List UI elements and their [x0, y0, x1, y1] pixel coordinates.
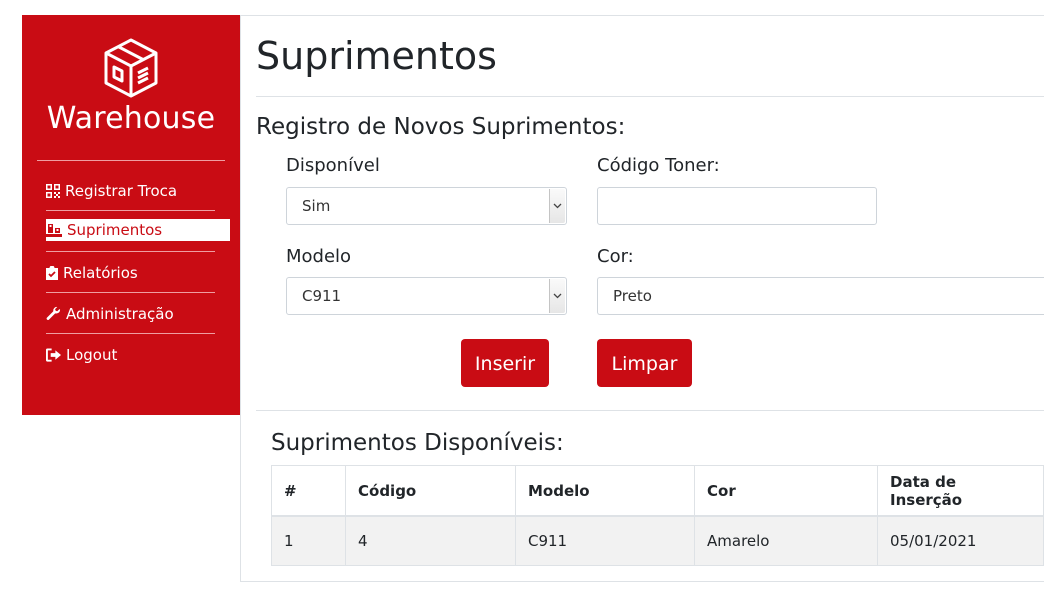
form-title: Registro de Novos Suprimentos:: [256, 114, 626, 140]
sidebar-item-administracao[interactable]: Administração: [46, 302, 230, 326]
cor-select-value: Preto: [613, 287, 652, 305]
modelo-select-value: C911: [302, 287, 342, 305]
codigo-toner-label: Código Toner:: [597, 155, 720, 176]
qrcode-icon: [46, 184, 60, 198]
column-header: #: [271, 465, 346, 517]
wrench-icon: [46, 306, 61, 320]
form-divider: [256, 410, 1044, 411]
title-divider: [256, 96, 1044, 97]
disponivel-select-value: Sim: [302, 197, 331, 215]
inserir-button[interactable]: Inserir: [461, 339, 549, 387]
clipboard-check-icon: [46, 266, 58, 280]
table-cell: 4: [345, 515, 516, 566]
pallet-boxes-icon: [46, 224, 62, 237]
modelo-label: Modelo: [286, 246, 352, 267]
table-title: Suprimentos Disponíveis:: [271, 430, 564, 456]
sidebar-item-logout[interactable]: Logout: [46, 343, 230, 367]
sidebar-item-label: Logout: [66, 346, 118, 364]
brand-name: Warehouse: [46, 101, 216, 136]
cor-label: Cor:: [597, 246, 634, 267]
sidebar-item-registrar-troca[interactable]: Registrar Troca: [46, 179, 230, 203]
sidebar-item-label: Registrar Troca: [65, 182, 178, 200]
page-title: Suprimentos: [256, 34, 497, 78]
table-cell: Amarelo: [694, 515, 878, 566]
package-box-icon: [104, 38, 158, 98]
nav-divider: [46, 210, 215, 211]
suprimentos-table: # Código Modelo Cor Data de Inserção 1 4…: [271, 465, 1044, 566]
sidebar: Warehouse Registrar Troca Suprimentos Re…: [22, 15, 240, 415]
limpar-button[interactable]: Limpar: [597, 339, 692, 387]
brand-divider: [37, 160, 225, 161]
sign-out-icon: [46, 348, 61, 362]
column-header: Modelo: [515, 465, 695, 517]
chevron-down-icon: [549, 189, 565, 223]
disponivel-select[interactable]: Sim: [286, 187, 567, 225]
sidebar-item-label: Suprimentos: [67, 221, 163, 239]
sidebar-item-relatorios[interactable]: Relatórios: [46, 261, 230, 285]
column-header: Cor: [694, 465, 878, 517]
disponivel-label: Disponível: [286, 155, 380, 176]
column-header: Código: [345, 465, 516, 517]
nav-divider: [46, 251, 215, 252]
modelo-select[interactable]: C911: [286, 277, 567, 315]
table-row[interactable]: 1 4 C911 Amarelo 05/01/2021: [271, 515, 1044, 566]
chevron-down-icon: [549, 279, 565, 313]
table-cell: C911: [515, 515, 695, 566]
table-cell: 1: [271, 515, 346, 566]
nav-divider: [46, 333, 215, 334]
table-header-row: # Código Modelo Cor Data de Inserção: [271, 465, 1044, 517]
table-cell: 05/01/2021: [877, 515, 1044, 566]
cor-select[interactable]: Preto: [597, 277, 1044, 315]
sidebar-item-label: Relatórios: [63, 264, 138, 282]
sidebar-item-suprimentos[interactable]: Suprimentos: [46, 219, 230, 241]
nav-divider: [46, 292, 215, 293]
column-header: Data de Inserção: [877, 465, 1044, 517]
sidebar-item-label: Administração: [66, 305, 174, 323]
codigo-toner-input[interactable]: [597, 187, 877, 225]
